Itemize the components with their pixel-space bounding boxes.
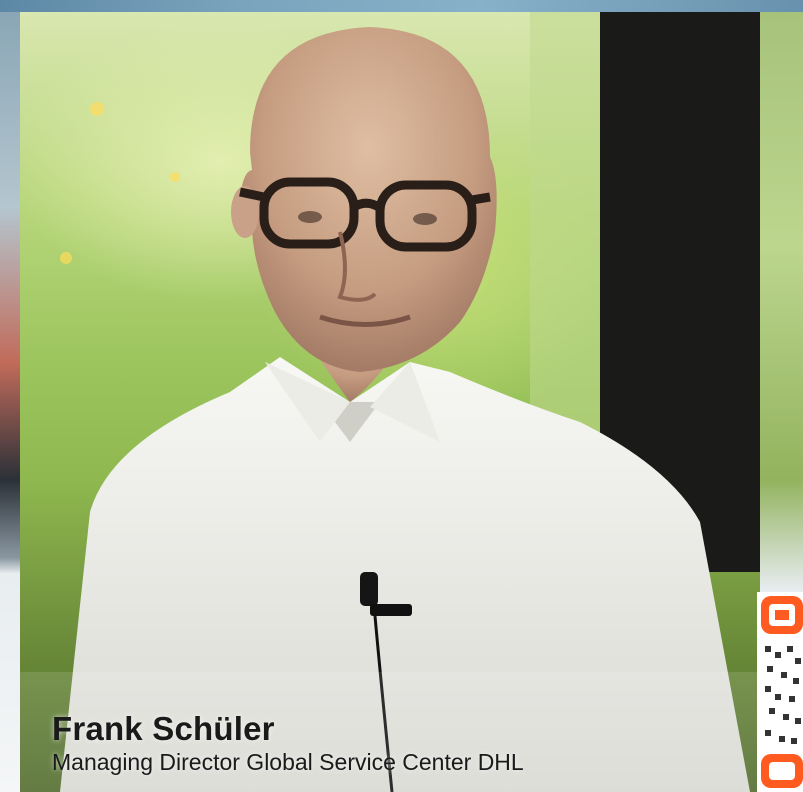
lower-third-caption: Frank Schüler Managing Director Global S… [52,710,524,776]
qr-code-icon[interactable] [757,592,803,792]
person-title: Managing Director Global Service Center … [52,749,524,775]
person-name: Frank Schüler [52,710,275,747]
interviewee-figure [20,12,760,792]
top-border [0,0,803,12]
interview-video-frame: Frank Schüler Managing Director Global S… [20,12,760,792]
video-frame: Frank Schüler Managing Director Global S… [0,0,803,792]
left-edge-strip [0,12,20,792]
